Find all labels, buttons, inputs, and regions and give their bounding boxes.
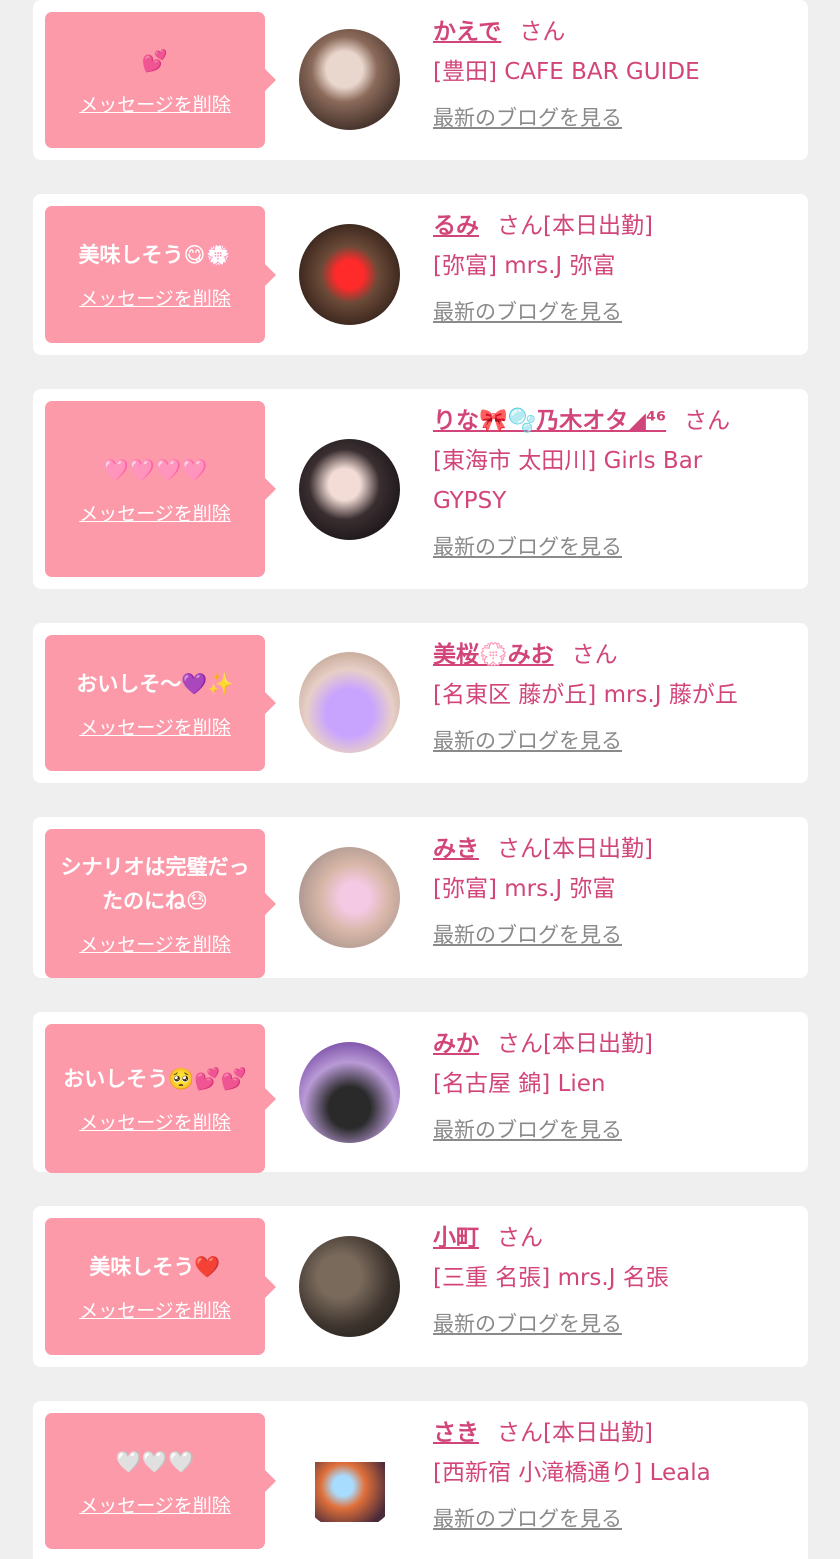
shop-name: [弥富] mrs.J 弥富 <box>433 876 616 902</box>
name-suffix: さん <box>571 642 618 668</box>
latest-blog-link[interactable]: 最新のブログを見る <box>433 1114 622 1144</box>
profile-info: みき さん[本日出勤] [弥富] mrs.J 弥富最新のブログを見る <box>433 829 778 949</box>
name-line: みか さん[本日出勤] <box>433 1024 778 1064</box>
delete-message-link[interactable]: メッセージを削除 <box>79 713 231 740</box>
message-text: シナリオは完璧だったのにね😓 <box>60 855 250 913</box>
shop-name: [西新宿 小滝橋通り] Leala <box>433 1460 711 1486</box>
delete-message-link[interactable]: メッセージを削除 <box>79 499 231 526</box>
profile-name-link[interactable]: 美桜💮みお <box>433 642 554 668</box>
name-suffix: さん[本日出勤] <box>497 836 653 862</box>
message-card: 💕 メッセージを削除 かえで さん [豊田] CAFE BAR GUIDE 最新のブログを… <box>33 0 808 160</box>
profile-name-link[interactable]: みき <box>433 836 479 862</box>
profile-info: かえで さん [豊田] CAFE BAR GUIDE 最新のブログを見る <box>433 12 778 132</box>
message-text: 💕 <box>141 48 169 73</box>
latest-blog-link[interactable]: 最新のブログを見る <box>433 1308 622 1338</box>
message-bubble: 💕 メッセージを削除 <box>45 12 276 148</box>
message-bubble: 美味しそう❤️ メッセージを削除 <box>45 1218 276 1355</box>
avatar[interactable] <box>299 1236 400 1337</box>
shop-name: [三重 名張] mrs.J 名張 <box>433 1265 669 1291</box>
message-card: 美味しそう😋💮 メッセージを削除 るみ さん[本日出勤] [弥富] mrs.J 弥富最新… <box>33 194 808 355</box>
profile-info: さき さん[本日出勤] [西新宿 小滝橋通り] Leala 最新のブログを見る <box>433 1413 778 1533</box>
latest-blog-link[interactable]: 最新のブログを見る <box>433 296 622 326</box>
message-bubble: おいしそう🥺💕💕 メッセージを削除 <box>45 1024 276 1173</box>
name-line: るみ さん[本日出勤] <box>433 206 778 246</box>
profile-name-link[interactable]: 小町 <box>433 1225 479 1251</box>
name-suffix: さん[本日出勤] <box>497 1031 653 1057</box>
latest-blog-link[interactable]: 最新のブログを見る <box>433 725 622 755</box>
message-card: 🩷🩷🩷🩷 メッセージを削除 りな🎀🫧乃木オタ◢⁴⁶ さん [東海市 太田川] Girls… <box>33 389 808 589</box>
shop-name: [東海市 太田川] Girls Bar GYPSY <box>433 448 703 514</box>
profile-info: みか さん[本日出勤] [名古屋 錦] Lien 最新のブログを見る <box>433 1024 778 1144</box>
shop-name: [名古屋 錦] Lien <box>433 1071 606 1097</box>
message-text: おいしそう🥺💕💕 <box>63 1067 247 1091</box>
message-card: 美味しそう❤️ メッセージを削除 小町 さん [三重 名張] mrs.J 名張最新のブロ… <box>33 1206 808 1367</box>
shop-name: [名東区 藤が丘] mrs.J 藤が丘 <box>433 682 738 708</box>
message-card: おいしそう🥺💕💕 メッセージを削除 みか さん[本日出勤] [名古屋 錦] Lien 最新… <box>33 1012 808 1173</box>
message-card: おいしそ〜💜✨ メッセージを削除 美桜💮みお さん [名東区 藤が丘] mrs.J 藤が… <box>33 623 808 783</box>
avatar[interactable] <box>299 439 400 540</box>
latest-blog-link[interactable]: 最新のブログを見る <box>433 919 622 949</box>
message-text: 🩷🩷🩷🩷 <box>102 457 208 482</box>
photo-icon <box>315 1462 385 1522</box>
message-bubble: 🤍🤍🤍 メッセージを削除 <box>45 1413 276 1549</box>
message-text: 美味しそう😋💮 <box>78 243 232 267</box>
name-line: さき さん[本日出勤] <box>433 1413 778 1453</box>
name-line: みき さん[本日出勤] <box>433 829 778 869</box>
delete-message-link[interactable]: メッセージを削除 <box>79 930 231 957</box>
name-line: かえで さん <box>433 12 778 52</box>
profile-info: りな🎀🫧乃木オタ◢⁴⁶ さん [東海市 太田川] Girls Bar GYPSY 最新… <box>433 401 778 561</box>
delete-message-link[interactable]: メッセージを削除 <box>79 90 231 117</box>
avatar[interactable] <box>299 1430 400 1531</box>
delete-message-link[interactable]: メッセージを削除 <box>79 284 231 311</box>
profile-name-link[interactable]: かえで <box>433 19 501 45</box>
avatar[interactable] <box>299 29 400 130</box>
message-bubble: 美味しそう😋💮 メッセージを削除 <box>45 206 276 343</box>
avatar[interactable] <box>299 224 400 325</box>
name-line: 美桜💮みお さん <box>433 635 778 675</box>
name-line: 小町 さん <box>433 1218 778 1258</box>
delete-message-link[interactable]: メッセージを削除 <box>79 1108 231 1135</box>
name-suffix: さん[本日出勤] <box>497 213 653 239</box>
shop-name: [豊田] CAFE BAR GUIDE <box>433 59 700 85</box>
name-suffix: さん <box>684 408 731 434</box>
avatar[interactable] <box>299 847 400 948</box>
latest-blog-link[interactable]: 最新のブログを見る <box>433 531 622 561</box>
shop-name: [弥富] mrs.J 弥富 <box>433 253 616 279</box>
message-bubble: シナリオは完璧だったのにね😓 メッセージを削除 <box>45 829 276 978</box>
delete-message-link[interactable]: メッセージを削除 <box>79 1491 231 1518</box>
name-line: りな🎀🫧乃木オタ◢⁴⁶ さん <box>433 401 778 441</box>
profile-info: 美桜💮みお さん [名東区 藤が丘] mrs.J 藤が丘最新のブログを見る <box>433 635 778 755</box>
profile-info: るみ さん[本日出勤] [弥富] mrs.J 弥富最新のブログを見る <box>433 206 778 326</box>
message-text: 🤍🤍🤍 <box>115 1449 195 1474</box>
profile-name-link[interactable]: りな🎀🫧乃木オタ◢⁴⁶ <box>433 408 666 434</box>
avatar[interactable] <box>299 652 400 753</box>
message-card: 🤍🤍🤍 メッセージを削除 さき さん[本日出勤] [西新宿 小滝橋通り] Leala 最新… <box>33 1401 808 1559</box>
message-card: シナリオは完璧だったのにね😓 メッセージを削除 みき さん[本日出勤] [弥富] mrs… <box>33 817 808 978</box>
name-suffix: さん[本日出勤] <box>497 1420 653 1446</box>
profile-info: 小町 さん [三重 名張] mrs.J 名張最新のブログを見る <box>433 1218 778 1338</box>
latest-blog-link[interactable]: 最新のブログを見る <box>433 1503 622 1533</box>
message-text: 美味しそう❤️ <box>89 1255 221 1279</box>
profile-name-link[interactable]: さき <box>433 1420 479 1446</box>
name-suffix: さん <box>519 19 566 45</box>
message-bubble: おいしそ〜💜✨ メッセージを削除 <box>45 635 276 771</box>
avatar[interactable] <box>299 1042 400 1143</box>
name-suffix: さん <box>497 1225 543 1251</box>
message-bubble: 🩷🩷🩷🩷 メッセージを削除 <box>45 401 276 577</box>
latest-blog-link[interactable]: 最新のブログを見る <box>433 102 622 132</box>
message-text: おいしそ〜💜✨ <box>76 671 234 696</box>
profile-name-link[interactable]: るみ <box>433 213 479 239</box>
delete-message-link[interactable]: メッセージを削除 <box>79 1296 231 1323</box>
profile-name-link[interactable]: みか <box>433 1031 479 1057</box>
